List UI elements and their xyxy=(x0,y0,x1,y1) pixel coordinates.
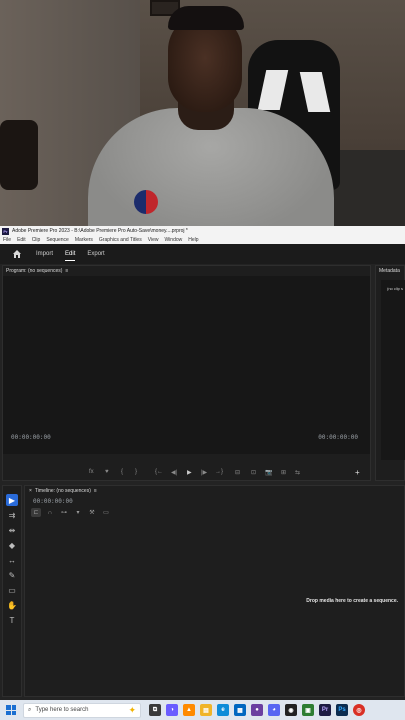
go-to-out-icon[interactable]: →} xyxy=(215,469,223,475)
button-editor-icon[interactable]: + xyxy=(355,468,360,477)
duration-timecode: 00:00:00:00 xyxy=(318,434,358,441)
timeline-timecode[interactable]: 00:00:00:00 xyxy=(33,498,73,505)
program-monitor-title[interactable]: Program: (no sequences) xyxy=(6,268,62,274)
taskbar: ⌕ Type here to search ✦ ⧉ ◑ ▲ ▤ e ▦ ● ◕ … xyxy=(0,700,405,720)
taskbar-search-box[interactable]: ⌕ Type here to search ✦ xyxy=(23,702,141,718)
menu-clip[interactable]: Clip xyxy=(32,237,41,243)
person-hair xyxy=(168,6,244,30)
task-view-icon[interactable]: ⧉ xyxy=(149,704,161,716)
ripple-edit-tool-icon[interactable]: ⇹ xyxy=(6,524,18,536)
greenshot-icon[interactable]: ▣ xyxy=(302,704,314,716)
panel-menu-icon[interactable]: ≡ xyxy=(94,488,97,494)
workspace-bar: Import Edit Export xyxy=(0,244,405,264)
menu-edit[interactable]: Edit xyxy=(17,237,26,243)
slip-tool-icon[interactable]: ↔ xyxy=(6,554,18,566)
metadata-body: (no clip s xyxy=(381,280,405,460)
track-select-tool-icon[interactable]: ⇉ xyxy=(6,509,18,521)
type-tool-icon[interactable]: T xyxy=(6,614,18,626)
menu-window[interactable]: Window xyxy=(164,237,182,243)
menu-help[interactable]: Help xyxy=(188,237,198,243)
vlc-icon[interactable]: ▲ xyxy=(183,704,195,716)
comparison-view-icon[interactable]: ⊞ xyxy=(281,469,286,476)
photoshop-icon[interactable]: Ps xyxy=(336,704,348,716)
export-frame-icon[interactable]: 📷 xyxy=(265,469,272,476)
obs-icon[interactable]: ◉ xyxy=(285,704,297,716)
extract-icon[interactable]: ⊡ xyxy=(251,469,256,476)
edge-icon[interactable]: e xyxy=(217,704,229,716)
champion-logo-icon xyxy=(134,190,158,214)
rectangle-tool-icon[interactable]: ▭ xyxy=(6,584,18,596)
menu-markers[interactable]: Markers xyxy=(75,237,93,243)
lamp xyxy=(0,120,38,190)
search-placeholder: Type here to search xyxy=(35,707,89,713)
mark-in-icon[interactable]: { xyxy=(121,469,123,475)
selection-tool-icon[interactable]: ▶ xyxy=(6,494,18,506)
go-to-in-icon[interactable]: {← xyxy=(155,469,163,475)
file-explorer-icon[interactable]: ▤ xyxy=(200,704,212,716)
linked-selection-icon[interactable]: ⊶ xyxy=(59,508,69,517)
playhead-timecode[interactable]: 00:00:00:00 xyxy=(11,434,51,441)
windows-start-icon[interactable] xyxy=(6,705,16,715)
taskbar-apps: ⧉ ◑ ▲ ▤ e ▦ ● ◕ ◉ ▣ Pr Ps ◎ xyxy=(149,704,365,716)
premiere-taskbar-icon[interactable]: Pr xyxy=(319,704,331,716)
timeline-toolbar: ⊏ ∩ ⊶ ▾ ⚒ ▭ xyxy=(31,508,111,517)
premiere-app-icon: Pr xyxy=(2,227,9,235)
program-monitor-header: Program: (no sequences) ≡ xyxy=(3,266,370,275)
store-icon[interactable]: ▦ xyxy=(234,704,246,716)
add-marker-icon[interactable]: ▾ xyxy=(73,508,83,517)
tab-import[interactable]: Import xyxy=(36,251,53,257)
window-title: Adobe Premiere Pro 2023 - B:\Adobe Premi… xyxy=(12,228,188,234)
nest-icon[interactable]: ⊏ xyxy=(31,508,41,517)
copilot-icon[interactable]: ◑ xyxy=(166,704,178,716)
panel-menu-icon[interactable]: ≡ xyxy=(65,268,68,274)
purple-app-icon[interactable]: ● xyxy=(251,704,263,716)
pen-tool-icon[interactable]: ✎ xyxy=(6,569,18,581)
metadata-empty-text: (no clip s xyxy=(387,286,404,291)
play-icon[interactable]: ▶ xyxy=(187,469,192,476)
tab-export[interactable]: Export xyxy=(87,251,104,257)
search-highlight-icon: ✦ xyxy=(128,704,136,715)
swap-icon[interactable]: ⇆ xyxy=(295,469,300,476)
drop-media-message: Drop media here to create a sequence. xyxy=(306,598,398,604)
snap-icon[interactable]: ∩ xyxy=(45,508,55,517)
discord-icon[interactable]: ◕ xyxy=(268,704,280,716)
tools-panel: ▶ ⇉ ⇹ ◆ ↔ ✎ ▭ ✋ T xyxy=(2,485,22,697)
captions-icon[interactable]: ▭ xyxy=(101,508,111,517)
title-bar: Pr Adobe Premiere Pro 2023 - B:\Adobe Pr… xyxy=(0,226,405,236)
fx-icon[interactable]: fx xyxy=(89,469,94,475)
timeline-title[interactable]: Timeline: (no sequences) xyxy=(35,488,91,494)
search-icon: ⌕ xyxy=(28,706,32,713)
menu-view[interactable]: View xyxy=(148,237,159,243)
webcam-overlay xyxy=(0,0,405,226)
menu-sequence[interactable]: Sequence xyxy=(46,237,69,243)
hand-tool-icon[interactable]: ✋ xyxy=(6,599,18,611)
razor-tool-icon[interactable]: ◆ xyxy=(6,539,18,551)
premiere-pro-window: Pr Adobe Premiere Pro 2023 - B:\Adobe Pr… xyxy=(0,226,405,700)
menu-graphics-and-titles[interactable]: Graphics and Titles xyxy=(99,237,142,243)
desk xyxy=(332,150,405,226)
step-forward-icon[interactable]: |▶ xyxy=(201,469,207,476)
program-monitor-panel: Program: (no sequences) ≡ 00:00:00:00 00… xyxy=(2,265,371,481)
transport-controls: fx ♥ { } {← ◀| ▶ |▶ →} ⊟ ⊡ 📷 ⊞ ⇆ + xyxy=(3,465,370,479)
menu-bar: File Edit Clip Sequence Markers Graphics… xyxy=(0,236,405,244)
lift-icon[interactable]: ⊟ xyxy=(235,469,240,476)
mark-out-icon[interactable]: } xyxy=(135,469,137,475)
tab-edit[interactable]: Edit xyxy=(65,251,76,261)
timeline-header: × Timeline: (no sequences) ≡ xyxy=(25,486,404,496)
wrench-icon[interactable]: ⚒ xyxy=(87,508,97,517)
program-monitor-screen[interactable] xyxy=(3,276,370,454)
close-icon[interactable]: × xyxy=(29,488,32,494)
metadata-panel: Metadata (no clip s xyxy=(375,265,405,481)
chrome-icon[interactable]: ◎ xyxy=(353,704,365,716)
metadata-title[interactable]: Metadata xyxy=(376,266,404,276)
timeline-panel: × Timeline: (no sequences) ≡ 00:00:00:00… xyxy=(24,485,405,697)
home-icon[interactable] xyxy=(12,249,22,259)
add-marker-icon[interactable]: ♥ xyxy=(105,469,109,475)
menu-file[interactable]: File xyxy=(3,237,11,243)
step-back-icon[interactable]: ◀| xyxy=(171,469,177,476)
